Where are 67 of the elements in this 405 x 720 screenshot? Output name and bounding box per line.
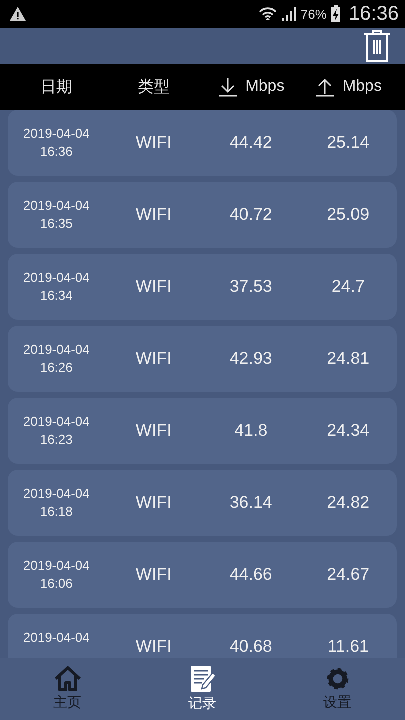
download-arrow-icon	[218, 77, 238, 97]
record-type: WIFI	[134, 493, 173, 513]
record-card[interactable]: 2019-04-04 16:06 WIFI 44.66 24.67	[8, 542, 397, 608]
record-type: WIFI	[134, 637, 173, 657]
column-header: Mbps	[246, 78, 285, 96]
record-type: WIFI	[134, 349, 173, 369]
column-header: 日期	[40, 78, 73, 98]
upload-arrow-icon	[314, 77, 335, 97]
record-card[interactable]: 2019-04-04 16:34 WIFI 37.53 24.7	[8, 254, 397, 320]
record-date: 2019-04-04	[23, 269, 90, 287]
record-date: 2019-04-04	[23, 413, 90, 431]
download-speed: 40.68	[228, 637, 274, 657]
record-type: WIFI	[134, 565, 173, 585]
home-icon	[54, 666, 82, 692]
record-type: WIFI	[134, 133, 173, 153]
clock: 16:36	[348, 2, 399, 26]
download-speed: 44.66	[228, 565, 274, 585]
notepad-pen-icon	[188, 665, 216, 693]
record-card[interactable]: 2019-04-04 16:26 WIFI 42.93 24.81	[8, 326, 397, 392]
record-type: WIFI	[134, 421, 173, 441]
wifi-icon	[258, 6, 277, 22]
record-time: 16:26	[40, 359, 73, 377]
upload-speed: 25.14	[326, 133, 371, 153]
record-time: 16:18	[40, 503, 73, 521]
upload-speed: 24.7	[330, 277, 366, 297]
record-date: 2019-04-04	[23, 629, 90, 647]
record-card[interactable]: 2019-04-04 WIFI 40.68 11.61	[8, 614, 397, 658]
download-speed: 36.14	[228, 493, 274, 513]
record-card[interactable]: 2019-04-04 16:36 WIFI 44.42 25.14	[8, 110, 397, 176]
settings-icon	[324, 666, 350, 692]
upload-speed: 24.82	[326, 493, 371, 513]
column-header: 类型	[138, 78, 170, 98]
battery-percent: 76%	[300, 6, 327, 22]
record-type: WIFI	[134, 205, 173, 225]
record-time: 16:23	[40, 431, 73, 449]
record-time: 16:36	[40, 143, 73, 161]
delete-button[interactable]	[363, 29, 391, 63]
nav-tab[interactable]: 记录	[135, 658, 270, 720]
warning-icon	[10, 7, 26, 21]
upload-speed: 11.61	[326, 637, 370, 657]
upload-speed: 25.09	[326, 205, 371, 225]
record-time: 16:06	[40, 575, 73, 593]
record-date: 2019-04-04	[23, 557, 90, 575]
download-speed: 42.93	[228, 349, 274, 369]
nav-tab[interactable]: 主页	[0, 658, 135, 720]
download-speed: 37.53	[228, 277, 274, 297]
record-time: 16:34	[40, 287, 73, 305]
record-date: 2019-04-04	[23, 341, 90, 359]
record-date: 2019-04-04	[23, 125, 90, 143]
record-card[interactable]: 2019-04-04 16:23 WIFI 41.8 24.34	[8, 398, 397, 464]
download-speed: 40.72	[228, 205, 274, 225]
record-date: 2019-04-04	[23, 485, 90, 503]
record-card[interactable]: 2019-04-04 16:18 WIFI 36.14 24.82	[8, 470, 397, 536]
column-header: Mbps	[342, 78, 382, 96]
download-speed: 41.8	[234, 421, 269, 441]
battery-icon	[330, 5, 341, 23]
record-type: WIFI	[134, 277, 173, 297]
upload-speed: 24.81	[326, 349, 371, 369]
record-time: 16:35	[40, 215, 73, 233]
download-speed: 44.42	[228, 133, 274, 153]
trash-icon	[363, 29, 391, 63]
record-date: 2019-04-04	[23, 197, 90, 215]
upload-speed: 24.34	[326, 421, 371, 441]
record-card[interactable]: 2019-04-04 16:35 WIFI 40.72 25.09	[8, 182, 397, 248]
upload-speed: 24.67	[326, 565, 371, 585]
nav-tab[interactable]: 设置	[270, 658, 405, 720]
signal-icon	[280, 6, 297, 22]
